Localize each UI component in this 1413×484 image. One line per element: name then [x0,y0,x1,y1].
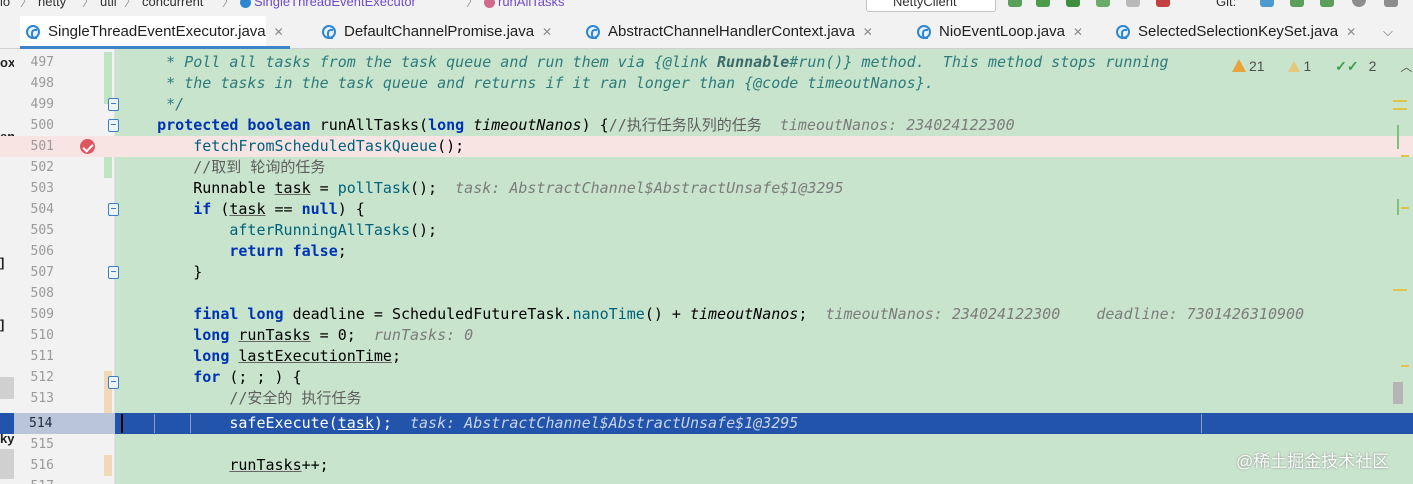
code-text: fetchFromScheduledTaskQueue(); [193,137,465,155]
line-number: 511 [30,349,54,364]
code-line[interactable]: 506 return false; [0,241,1413,262]
line-number: 497 [30,55,54,70]
vcs-stripe-mark[interactable] [1397,199,1399,215]
code-line[interactable]: 508 [0,283,1413,304]
inline-debug-value: deadline: 7301426310900 [1096,305,1305,323]
line-number: 509 [30,307,54,322]
code-text: long runTasks = 0; runTasks: 0 [193,326,474,344]
code-text: //取到 轮询的任务 [193,158,326,176]
code-line[interactable]: 513 //安全的 执行任务 [0,388,1413,409]
indent-guide [154,414,155,433]
line-number: 499 [30,97,54,112]
line-number: 512 [30,370,54,385]
code-line[interactable]: 512 for (; ; ) { [0,367,1413,388]
inline-debug-value: timeoutNanos: 234024122300 [825,305,1061,323]
code-text: final long deadline = ScheduledFutureTas… [193,305,1305,323]
inline-debug-value: task: AbstractChannel$AbstractUnsafe$1@3… [410,414,799,432]
code-text: * Poll all tasks from the task queue and… [121,53,1169,71]
editor-scrollbar[interactable] [1391,49,1413,484]
line-number: 498 [30,76,54,91]
code-line[interactable]: 505 afterRunningAllTasks(); [0,220,1413,241]
line-number: 517 [14,476,54,484]
code-line[interactable]: 517 [0,476,1413,484]
code-line[interactable]: 504 if (task == null) { [0,199,1413,220]
line-number: 507 [30,265,54,280]
code-text: safeExecute(task); task: AbstractChannel… [229,414,799,432]
error-stripe-mark[interactable] [1393,108,1407,110]
warning-icon [1232,59,1246,72]
code-line-breakpoint[interactable]: 501 fetchFromScheduledTaskQueue(); [0,136,1413,157]
code-line[interactable]: 497 * Poll all tasks from the task queue… [0,52,1413,73]
code-text: for (; ; ) { [193,368,302,386]
line-number: 500 [30,118,54,133]
code-text: } [193,263,203,281]
code-text: runTasks++; [229,456,329,474]
error-stripe-mark[interactable] [1401,365,1409,367]
line-number: 515 [30,437,54,452]
inspection-widget[interactable]: 21 1 ✓✓2 ︿ ﹀ [1232,58,1413,75]
code-editor[interactable]: 497 * Poll all tasks from the task queue… [0,0,1413,484]
line-number: 502 [30,160,54,175]
code-line[interactable]: 503 Runnable task = pollTask(); task: Ab… [0,178,1413,199]
line-number: 513 [30,391,54,406]
code-text: afterRunningAllTasks(); [229,221,438,239]
code-text: protected boolean runAllTasks(long timeo… [157,116,1015,134]
fold-icon[interactable] [108,203,119,216]
line-number: 505 [30,223,54,238]
typos-count[interactable]: ✓✓ 2 [1335,58,1386,74]
code-text: Runnable task = pollTask(); task: Abstra… [193,179,844,197]
fold-icon[interactable] [108,266,119,279]
line-number: 501 [30,139,54,154]
weak-warnings-count[interactable]: 1 [1288,58,1321,74]
inline-debug-value: timeoutNanos: 234024122300 [779,116,1015,134]
warnings-count[interactable]: 21 [1232,58,1275,74]
code-line[interactable]: 502 //取到 轮询的任务 [0,157,1413,178]
line-number: 503 [30,181,54,196]
scrollbar-thumb[interactable] [1393,382,1403,404]
error-stripe-mark[interactable] [1401,155,1409,157]
code-line[interactable]: 510 long runTasks = 0; runTasks: 0 [0,325,1413,346]
code-line[interactable]: 507 } [0,262,1413,283]
code-line[interactable]: 515 [0,434,1413,455]
code-line[interactable]: 516 runTasks++; [0,455,1413,476]
breakpoint-icon[interactable] [80,139,95,154]
code-line[interactable]: 498 * the tasks in the task queue and re… [0,73,1413,94]
fold-icon[interactable] [108,98,119,111]
code-line[interactable]: 499 */ [0,94,1413,115]
line-number: 510 [30,328,54,343]
code-line[interactable]: 500 protected boolean runAllTasks(long t… [0,115,1413,136]
fold-icon[interactable] [108,119,119,132]
line-number: 508 [30,286,54,301]
vcs-added-marker[interactable] [104,52,112,104]
error-stripe-mark[interactable] [1401,207,1409,209]
indent-guide [190,414,191,433]
vcs-added-marker[interactable] [104,157,112,178]
weak-warning-icon [1288,61,1301,72]
line-number: 504 [30,202,54,217]
code-text: */ [121,95,185,113]
code-text: //安全的 执行任务 [229,389,362,407]
check-icon: ✓✓ [1335,58,1359,74]
line-number: 506 [30,244,54,259]
text-cursor [121,414,123,433]
line-number: 516 [30,458,54,473]
code-text: * the tasks in the task queue and return… [121,74,934,92]
inline-debug-value: runTasks: 0 [373,326,474,344]
vcs-modified-marker[interactable] [104,455,112,476]
code-line[interactable]: 511 long lastExecutionTime; [0,346,1413,367]
right-margin-guide [1201,414,1202,433]
code-text: if (task == null) { [193,200,365,218]
ide-window: io 〉 netty 〉 util 〉 concurrent 〉 SingleT… [0,0,1413,484]
fold-icon[interactable] [108,376,119,389]
error-stripe-mark[interactable] [1393,289,1407,291]
code-text: long lastExecutionTime; [193,347,401,365]
error-stripe-mark[interactable] [1393,100,1407,102]
watermark: @稀土掘金技术社区 [1236,452,1390,471]
line-number: 514 [14,413,115,434]
code-text: return false; [229,242,347,260]
inline-debug-value: task: AbstractChannel$AbstractUnsafe$1@3… [455,179,844,197]
code-line[interactable]: 509 final long deadline = ScheduledFutur… [0,304,1413,325]
vcs-stripe-mark[interactable] [1397,125,1399,149]
